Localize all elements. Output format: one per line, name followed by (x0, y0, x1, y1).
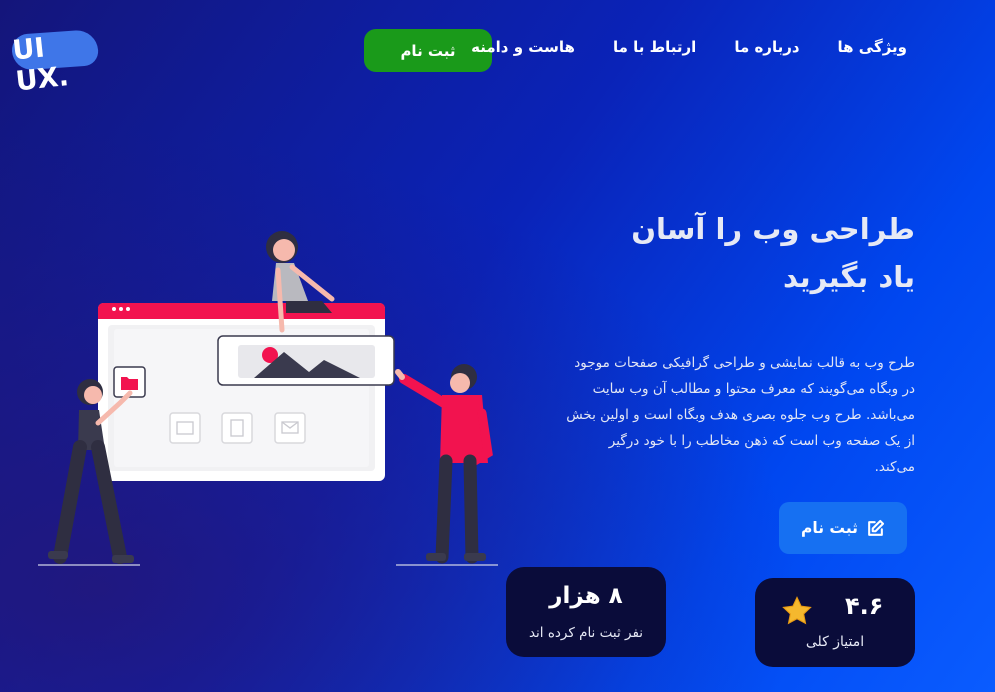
hero-title: طراحی وب را آسان یاد بگیرید (631, 212, 915, 294)
hero-illustration (38, 231, 498, 566)
users-count: ۸ هزار (549, 583, 623, 609)
nav-link-features[interactable]: ویژگی ها (838, 38, 907, 56)
users-stat-card: ۸ هزار نفر ثبت نام کرده اند (506, 567, 666, 657)
nav-link-about[interactable]: درباره ما (734, 38, 799, 56)
image-card-illustration (217, 335, 395, 386)
nav-link-hosting[interactable]: هاست و دامنه (471, 38, 575, 56)
main-nav: ویژگی ها درباره ما ارتباط با ما هاست و د… (471, 38, 907, 56)
hero-description: طرح وب به قالب نمایشی و طراحی گرافیکی صف… (566, 355, 915, 475)
star-icon (782, 596, 812, 625)
hero-signup-button[interactable]: ثبت نام (779, 502, 907, 554)
hero-signup-label: ثبت نام (801, 519, 858, 537)
users-label: نفر ثبت نام کرده اند (528, 625, 644, 641)
nav-link-contact[interactable]: ارتباط با ما (613, 38, 696, 56)
logo[interactable]: UI UX. (10, 28, 102, 97)
rating-label: امتیاز کلی (805, 634, 865, 650)
rating-stat-card: ۴.۶ امتیاز کلی (755, 578, 915, 667)
edit-icon (868, 519, 885, 536)
rating-value: ۴.۶ (845, 592, 884, 620)
person-right-illustration (395, 364, 498, 566)
logo-text: UI UX. (11, 32, 71, 98)
